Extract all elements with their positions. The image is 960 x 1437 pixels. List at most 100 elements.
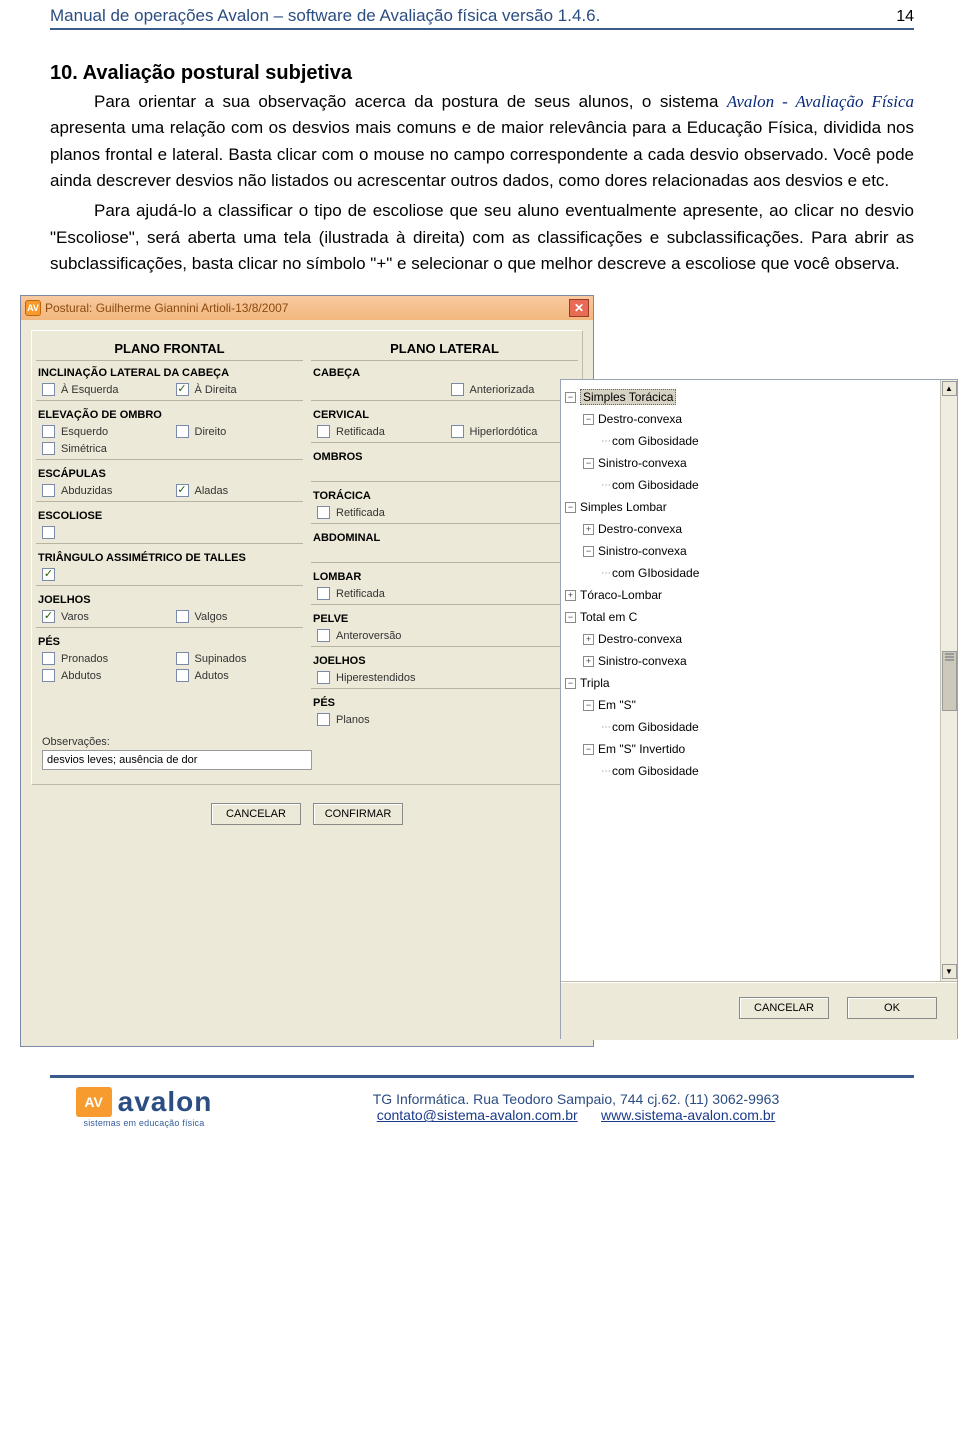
grp-pelve: PELVE (311, 607, 578, 627)
lbl-abdutos: Abdutos (61, 670, 101, 682)
ck-adutos[interactable]: Adutos (170, 667, 304, 684)
obs-label: Observações: (42, 736, 574, 748)
ck-esquerda[interactable]: À Esquerda (36, 381, 170, 398)
tree-destro-convexa-3[interactable]: Destro-convexa (598, 632, 682, 646)
expand-icon[interactable] (565, 612, 576, 623)
col-lateral: PLANO LATERAL CABEÇA Anteriorizada CERVI… (311, 335, 578, 728)
lbl-pronados: Pronados (61, 653, 108, 665)
paragraph-2: Para ajudá-lo a classificar o tipo de es… (50, 198, 914, 277)
scoliosis-tree-window: Simples Torácica Destro-convexa ⋯com Gib… (560, 379, 958, 1039)
tree-sinistro-convexa-3[interactable]: Sinistro-convexa (598, 654, 687, 668)
lbl-aladas: Aladas (195, 485, 229, 497)
tree-destro-convexa-1[interactable]: Destro-convexa (598, 412, 682, 426)
ck-pronados[interactable]: Pronados (36, 650, 170, 667)
lbl-hiperest: Hiperestendidos (336, 672, 416, 684)
lbl-simetrica: Simétrica (61, 443, 107, 455)
ck-talles[interactable] (36, 566, 303, 583)
ck-varos[interactable]: Varos (36, 608, 170, 625)
expand-icon[interactable] (583, 744, 594, 755)
tree-destro-convexa-2[interactable]: Destro-convexa (598, 522, 682, 536)
tree-gibosidade-2[interactable]: com Gibosidade (612, 478, 699, 492)
observations-area: Observações: (36, 728, 578, 774)
page-footer: AV avalon sistemas em educação física TG… (50, 1075, 914, 1134)
tree-em-s[interactable]: Em "S" (598, 698, 636, 712)
grp-cabeca: CABEÇA (311, 361, 578, 381)
tree-simples-toracica[interactable]: Simples Torácica (580, 389, 676, 405)
lbl-cerv-ret: Retificada (336, 426, 385, 438)
tree-sinistro-convexa-1[interactable]: Sinistro-convexa (598, 456, 687, 470)
tree-dots-icon: ⋯ (601, 480, 610, 491)
footer-line1: TG Informática. Rua Teodoro Sampaio, 744… (238, 1091, 914, 1107)
logo-word: avalon (118, 1086, 213, 1118)
ck-abdutos[interactable]: Abdutos (36, 667, 170, 684)
expand-icon[interactable] (583, 458, 594, 469)
lbl-esquerdo: Esquerdo (61, 426, 108, 438)
lbl-anteriorizada: Anteriorizada (470, 384, 535, 396)
grp-inclinacao: INCLINAÇÃO LATERAL DA CABEÇA (36, 361, 303, 381)
expand-icon[interactable] (583, 524, 594, 535)
tree-cancel-button[interactable]: CANCELAR (739, 997, 829, 1019)
scrollbar[interactable]: ▲ ▼ (940, 380, 957, 981)
expand-icon[interactable] (583, 700, 594, 711)
expand-icon[interactable] (583, 546, 594, 557)
tree[interactable]: Simples Torácica Destro-convexa ⋯com Gib… (561, 380, 957, 788)
ck-tor-ret[interactable]: Retificada (311, 504, 578, 521)
paragraph-1-a: Para orientar a sua observação acerca da… (94, 92, 727, 111)
ck-escoliose[interactable] (36, 524, 303, 541)
cancel-button[interactable]: CANCELAR (211, 803, 301, 825)
expand-icon[interactable] (565, 392, 576, 403)
ck-direita[interactable]: À Direita (170, 381, 304, 398)
grp-abdominal: ABDOMINAL (311, 526, 578, 546)
col-lateral-head: PLANO LATERAL (311, 335, 578, 361)
lbl-tor-ret: Retificada (336, 507, 385, 519)
expand-icon[interactable] (565, 590, 576, 601)
tree-toraco-lombar[interactable]: Tóraco-Lombar (580, 588, 662, 602)
lbl-esquerda: À Esquerda (61, 384, 118, 396)
footer-mail[interactable]: contato@sistema-avalon.com.br (377, 1107, 578, 1123)
ck-esquerdo[interactable]: Esquerdo (36, 423, 170, 440)
tree-gibosidade-3[interactable]: com GIbosidade (612, 566, 699, 580)
doc-title: Manual de operações Avalon – software de… (50, 6, 600, 26)
scroll-down-icon[interactable]: ▼ (942, 964, 957, 979)
expand-icon[interactable] (583, 634, 594, 645)
ck-direito[interactable]: Direito (170, 423, 304, 440)
ck-hiperest[interactable]: Hiperestendidos (311, 669, 578, 686)
ck-cerv-ret[interactable]: Retificada (311, 423, 445, 440)
ck-abduzidas[interactable]: Abduzidas (36, 482, 170, 499)
expand-icon[interactable] (565, 502, 576, 513)
tree-sinistro-convexa-2[interactable]: Sinistro-convexa (598, 544, 687, 558)
obs-input[interactable] (42, 750, 312, 770)
grp-joelhos-f: JOELHOS (36, 588, 303, 608)
ck-hiperlord[interactable]: Hiperlordótica (445, 423, 579, 440)
ck-simetrica[interactable]: Simétrica (36, 440, 303, 457)
logo-mark-icon: AV (76, 1087, 112, 1117)
tree-tripla[interactable]: Tripla (580, 676, 610, 690)
expand-icon[interactable] (583, 656, 594, 667)
tree-gibosidade-4[interactable]: com Gibosidade (612, 720, 699, 734)
expand-icon[interactable] (565, 678, 576, 689)
scroll-thumb[interactable] (942, 651, 957, 711)
footer-site[interactable]: www.sistema-avalon.com.br (601, 1107, 775, 1123)
ck-lom-ret[interactable]: Retificada (311, 585, 578, 602)
grp-cervical: CERVICAL (311, 403, 578, 423)
ck-planos[interactable]: Planos (311, 711, 578, 728)
ck-supinados[interactable]: Supinados (170, 650, 304, 667)
grp-escoliose: ESCOLIOSE (36, 504, 303, 524)
titlebar[interactable]: AV Postural: Guilherme Giannini Artioli-… (21, 296, 593, 320)
ck-anteriorizada[interactable]: Anteriorizada (445, 381, 579, 398)
lbl-planos: Planos (336, 714, 370, 726)
close-icon[interactable]: ✕ (569, 299, 589, 317)
scroll-up-icon[interactable]: ▲ (942, 381, 957, 396)
tree-ok-button[interactable]: OK (847, 997, 937, 1019)
tree-gibosidade-1[interactable]: com Gibosidade (612, 434, 699, 448)
ck-valgos[interactable]: Valgos (170, 608, 304, 625)
tree-em-s-inv[interactable]: Em "S" Invertido (598, 742, 685, 756)
expand-icon[interactable] (583, 414, 594, 425)
ck-aladas[interactable]: Aladas (170, 482, 304, 499)
tree-simples-lombar[interactable]: Simples Lombar (580, 500, 667, 514)
ck-anteroversao[interactable]: Anteroversão (311, 627, 578, 644)
tree-gibosidade-5[interactable]: com Gibosidade (612, 764, 699, 778)
paragraph-1: Para orientar a sua observação acerca da… (50, 89, 914, 194)
confirm-button[interactable]: CONFIRMAR (313, 803, 403, 825)
tree-total-c[interactable]: Total em C (580, 610, 637, 624)
